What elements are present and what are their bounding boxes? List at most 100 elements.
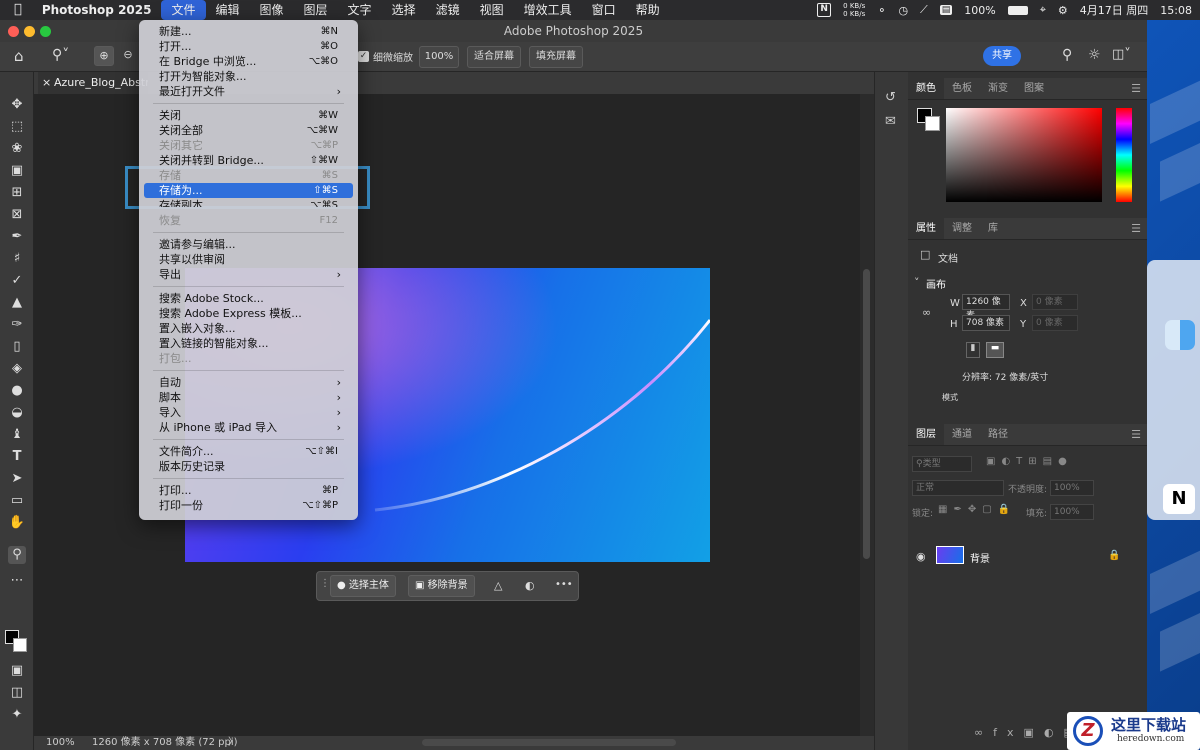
brush-tool-icon[interactable]: ✓ xyxy=(8,272,26,290)
transform-icon[interactable]: △ xyxy=(494,579,502,592)
more-options-button[interactable]: ••• xyxy=(555,579,573,590)
menu-item-import[interactable]: 导入 › xyxy=(144,405,353,420)
menu-item-share-review[interactable]: 共享以供审阅 xyxy=(144,252,353,267)
slash-icon[interactable]: ⟋ xyxy=(920,3,928,17)
menu-item-import-iphone[interactable]: 从 iPhone 或 iPad 导入 › xyxy=(144,420,353,435)
control-center-icon[interactable]: ⚙ xyxy=(1058,4,1068,17)
menubar-item-file[interactable]: 文件 xyxy=(161,0,206,20)
fit-screen-button[interactable]: 适合屏幕 xyxy=(467,46,521,68)
panel-menu-icon[interactable]: ☰ xyxy=(1131,82,1141,95)
menu-item-automate[interactable]: 自动 › xyxy=(144,375,353,390)
menu-item-close[interactable]: 关闭 ⌘W xyxy=(144,108,353,123)
menubar-time[interactable]: 15:08 xyxy=(1160,4,1192,17)
menubar-item-edit[interactable]: 编辑 xyxy=(206,0,250,20)
tab-paths[interactable]: 路径 xyxy=(980,424,1016,445)
x-field[interactable]: 0 像素 xyxy=(1032,294,1078,310)
menubar-item-layer[interactable]: 图层 xyxy=(294,0,338,20)
object-select-tool-icon[interactable]: ▣ xyxy=(8,162,26,180)
battery-icon[interactable] xyxy=(1007,5,1028,15)
menu-item-place-linked[interactable]: 置入链接的智能对象... xyxy=(144,336,353,351)
menu-item-new[interactable]: 新建... ⌘N xyxy=(144,24,353,39)
close-window-button[interactable] xyxy=(8,26,19,37)
scroll-thumb[interactable] xyxy=(863,269,870,559)
select-subject-button[interactable]: ● 选择主体 xyxy=(330,575,396,597)
discover-icon[interactable]: ☼ xyxy=(1088,47,1101,63)
horizontal-scrollbar[interactable] xyxy=(422,739,676,746)
zoom-in-icon[interactable]: ⊕ xyxy=(94,46,114,66)
canvas-section-toggle[interactable]: ˅ xyxy=(914,276,920,289)
blend-mode-select[interactable]: 正常 xyxy=(912,480,1004,496)
landscape-orientation-icon[interactable]: ▬ xyxy=(986,342,1004,358)
eyedropper-tool-icon[interactable]: ✒ xyxy=(8,228,26,246)
menu-item-save-copy[interactable]: 存储副本... ⌥⌘S xyxy=(144,198,353,207)
lasso-tool-icon[interactable]: ❀ xyxy=(8,140,26,158)
comments-icon[interactable]: ✉ xyxy=(885,114,896,129)
panel-menu-icon[interactable]: ☰ xyxy=(1131,222,1141,235)
tab-gradients[interactable]: 渐变 xyxy=(980,78,1016,99)
adjustment-icon[interactable]: ◐ xyxy=(525,579,535,592)
menu-item-open-smart-object[interactable]: 打开为智能对象... xyxy=(144,69,353,84)
notion-icon[interactable]: N xyxy=(817,3,832,17)
menu-item-export[interactable]: 导出 › xyxy=(144,267,353,282)
menu-item-save-as[interactable]: 存储为... ⇧⌘S xyxy=(144,183,353,198)
menubar-item-filter[interactable]: 滤镜 xyxy=(426,0,470,20)
layer-thumbnail[interactable] xyxy=(936,546,964,564)
input-method-icon[interactable]: ▤ xyxy=(939,5,953,15)
clock-icon[interactable]: ◷ xyxy=(898,4,908,17)
status-zoom[interactable]: 100% xyxy=(46,736,75,750)
notion-dock-icon[interactable]: N xyxy=(1163,484,1195,514)
apple-icon[interactable]:  xyxy=(0,0,32,20)
remove-background-button[interactable]: ▣ 移除背景 xyxy=(408,575,475,597)
healing-brush-tool-icon[interactable]: ♯ xyxy=(8,250,26,268)
tab-patterns[interactable]: 图案 xyxy=(1016,78,1052,99)
menubar-item-select[interactable]: 选择 xyxy=(382,0,426,20)
menubar-item-type[interactable]: 文字 xyxy=(338,0,382,20)
panel-menu-icon[interactable]: ☰ xyxy=(1131,428,1141,441)
zoom-tool-icon[interactable]: ⚲ xyxy=(8,546,26,564)
tab-libraries[interactable]: 库 xyxy=(980,218,1006,239)
menubar-item-help[interactable]: 帮助 xyxy=(626,0,670,20)
menubar-app-name[interactable]: Photoshop 2025 xyxy=(32,0,162,20)
move-tool-icon[interactable]: ✥ xyxy=(8,96,26,114)
paint-bucket-tool-icon[interactable]: ◈ xyxy=(8,360,26,378)
crop-tool-icon[interactable]: ⊞ xyxy=(8,184,26,202)
finder-icon[interactable] xyxy=(1165,320,1195,350)
frame-tool-icon[interactable]: ⊠ xyxy=(8,206,26,224)
home-icon[interactable]: ⌂ xyxy=(14,47,24,65)
workspace-icon[interactable]: ◫˅ xyxy=(1112,47,1131,62)
stamp-tool-icon[interactable]: ▲ xyxy=(8,294,26,312)
eraser-tool-icon[interactable]: ▯ xyxy=(8,338,26,356)
path-select-tool-icon[interactable]: ➤ xyxy=(8,470,26,488)
menubar-item-window[interactable]: 窗口 xyxy=(582,0,626,20)
quick-mask-icon[interactable]: ▣ xyxy=(8,662,26,680)
zoom-tool-preset-icon[interactable]: ⚲˅ xyxy=(52,47,69,63)
width-field[interactable]: 1260 像素 xyxy=(962,294,1010,321)
menu-item-search-express[interactable]: 搜索 Adobe Express 模板... xyxy=(144,306,353,321)
portrait-orientation-icon[interactable]: ▮ xyxy=(966,342,980,358)
fill-field[interactable]: 100% xyxy=(1050,504,1094,520)
menubar-item-plugins[interactable]: 增效工具 xyxy=(514,0,582,20)
tab-close-icon[interactable]: × xyxy=(42,72,51,94)
opacity-field[interactable]: 100% xyxy=(1050,480,1094,496)
history-icon[interactable]: ↺ xyxy=(885,90,896,105)
layer-visibility-icon[interactable]: ◉ xyxy=(916,550,926,563)
tab-color[interactable]: 颜色 xyxy=(908,78,944,99)
height-field[interactable]: 708 像素 xyxy=(962,315,1010,331)
fill-screen-button[interactable]: 填充屏幕 xyxy=(529,46,583,68)
tab-adjustments[interactable]: 调整 xyxy=(944,218,980,239)
tab-layers[interactable]: 图层 xyxy=(908,424,944,445)
screen-mode-icon[interactable]: ◫ xyxy=(8,684,26,702)
history-brush-tool-icon[interactable]: ✑ xyxy=(8,316,26,334)
menu-item-print-one[interactable]: 打印一份 ⌥⇧⌘P xyxy=(144,498,353,513)
search-icon[interactable]: ⚲ xyxy=(1062,47,1072,63)
menu-item-search-stock[interactable]: 搜索 Adobe Stock... xyxy=(144,291,353,306)
menu-item-scripts[interactable]: 脚本 › xyxy=(144,390,353,405)
tab-channels[interactable]: 通道 xyxy=(944,424,980,445)
menu-item-close-all[interactable]: 关闭全部 ⌥⌘W xyxy=(144,123,353,138)
layer-name[interactable]: 背景 xyxy=(970,550,990,565)
hand-tool-icon[interactable]: ✋ xyxy=(8,514,26,532)
tab-swatches[interactable]: 色板 xyxy=(944,78,980,99)
link-icon[interactable]: ∞ xyxy=(922,306,931,319)
rectangle-tool-icon[interactable]: ▭ xyxy=(8,492,26,510)
layer-filter-select[interactable]: ⚲类型 xyxy=(912,456,972,472)
